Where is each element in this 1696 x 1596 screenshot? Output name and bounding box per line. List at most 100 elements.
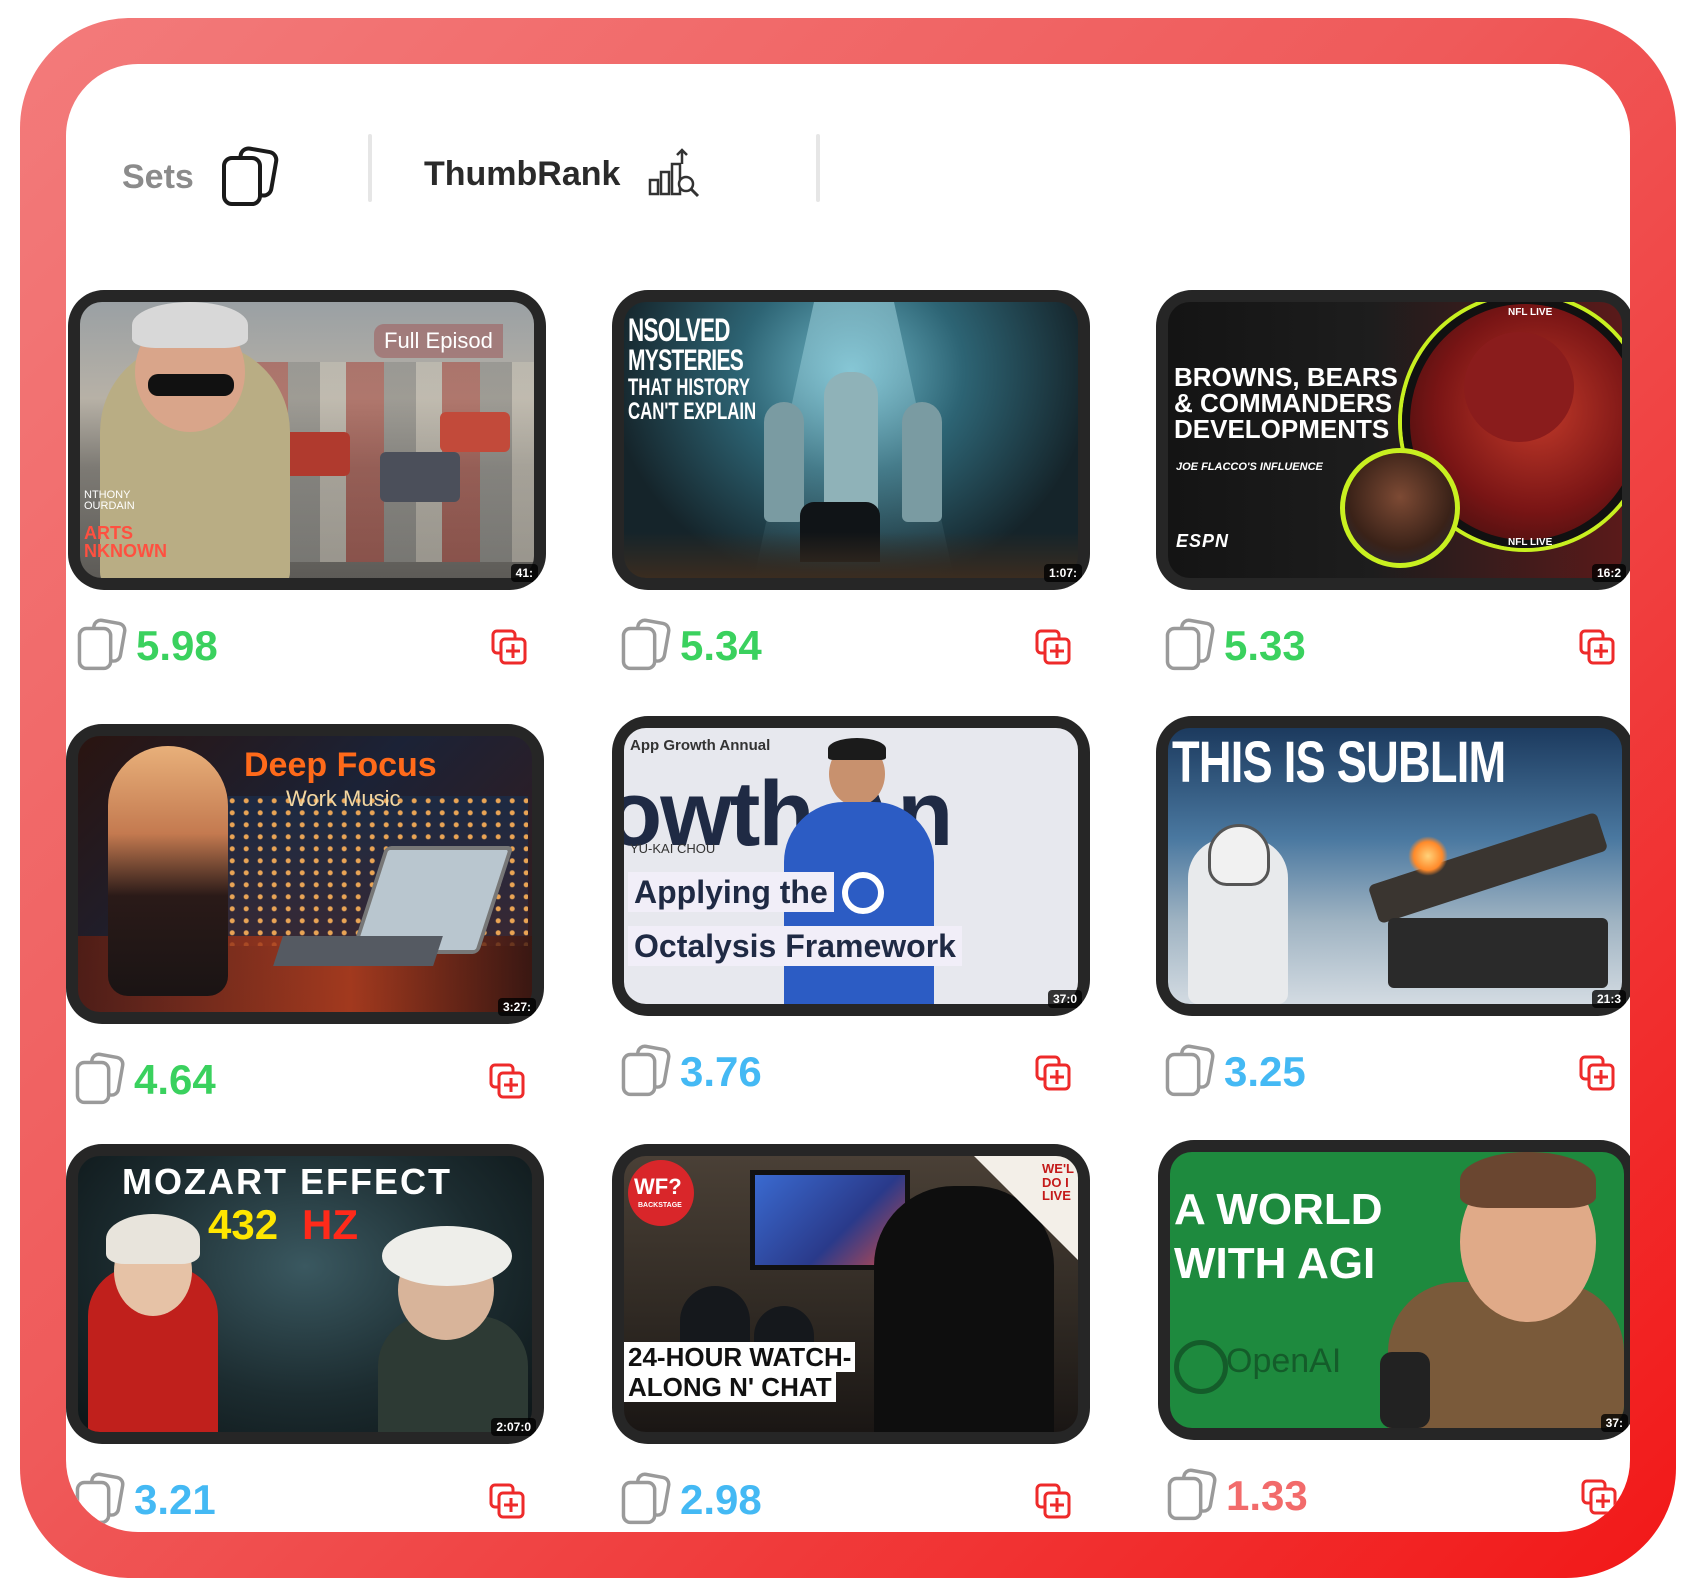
- stack-icon: [221, 146, 279, 206]
- stack-icon: [1165, 618, 1215, 671]
- thumbnail-image: NFL LIVE NFL LIVE BROWNS, BEARS & COMMAN…: [1168, 302, 1622, 578]
- card-meta: 1.33: [1158, 1466, 1630, 1526]
- card-meta: 5.33: [1156, 616, 1630, 676]
- thumbnail[interactable]: MOZART EFFECT 432 HZ 2:07:0: [66, 1144, 544, 1444]
- thumb-score: 3.25: [1224, 1048, 1306, 1095]
- app-panel: Sets ThumbRank Full Episod NTHONY OURDAI…: [66, 64, 1630, 1532]
- channel-badge-sub: BACKSTAGE: [638, 1202, 682, 1209]
- add-to-set-icon[interactable]: [1580, 1478, 1618, 1516]
- tab-thumbrank[interactable]: ThumbRank: [424, 146, 702, 202]
- card-meta: 3.25: [1156, 1042, 1630, 1102]
- card-meta: 3.21: [66, 1470, 544, 1530]
- thumbnail-image: MOZART EFFECT 432 HZ: [78, 1156, 532, 1432]
- thumb-score: 2.98: [680, 1476, 762, 1523]
- thumbnail-image: owth An App Growth Annual YU-KAI CHOU Ap…: [624, 728, 1078, 1004]
- video-card[interactable]: NSOLVED MYSTERIES THAT HISTORY CAN'T EXP…: [612, 290, 1090, 676]
- thumbnail[interactable]: Full Episod NTHONY OURDAIN ARTS NKNOWN 4…: [68, 290, 546, 590]
- show-title: NTHONY OURDAIN: [84, 489, 135, 512]
- video-duration: 21:3: [1591, 990, 1626, 1008]
- openai-logo-icon: [1174, 1340, 1228, 1394]
- thumbnail-image: Full Episod NTHONY OURDAIN ARTS NKNOWN: [80, 302, 534, 578]
- speaker-name: YU-KAI CHOU: [630, 841, 716, 856]
- video-card[interactable]: owth An App Growth Annual YU-KAI CHOU Ap…: [612, 716, 1090, 1102]
- thumbnail-title: THIS IS SUBLIM: [1172, 730, 1506, 795]
- add-to-set-icon[interactable]: [490, 628, 528, 666]
- thumbnail[interactable]: THIS IS SUBLIM 21:3: [1156, 716, 1630, 1016]
- thumbnail-title: Applying the: [628, 872, 834, 912]
- thumbnail[interactable]: WF? BACKSTAGE WE'L DO I LIVE 24-HOUR WAT…: [612, 1144, 1090, 1444]
- thumbnail-image: THIS IS SUBLIM: [1168, 728, 1622, 1004]
- thumbnail[interactable]: owth An App Growth Annual YU-KAI CHOU Ap…: [612, 716, 1090, 1016]
- card-meta: 2.98: [612, 1470, 1090, 1530]
- video-card[interactable]: THIS IS SUBLIM 21:3 3.25: [1156, 716, 1630, 1102]
- add-to-set-icon[interactable]: [1034, 628, 1072, 666]
- thumb-score: 1.33: [1226, 1472, 1308, 1519]
- thumbnail[interactable]: NSOLVED MYSTERIES THAT HISTORY CAN'T EXP…: [612, 290, 1090, 590]
- stack-icon: [1165, 1044, 1215, 1097]
- video-card[interactable]: NFL LIVE NFL LIVE BROWNS, BEARS & COMMAN…: [1156, 290, 1630, 676]
- thumbnail-image: WF? BACKSTAGE WE'L DO I LIVE 24-HOUR WAT…: [624, 1156, 1078, 1432]
- thumbnail-title: ALONG N' CHAT: [624, 1372, 836, 1402]
- thumbnail-title: WITH AGI: [1174, 1239, 1376, 1288]
- thumbnail[interactable]: Deep Focus Work Music 3:27:: [66, 724, 544, 1024]
- card-meta: 5.34: [612, 616, 1090, 676]
- thumbnail-image: NSOLVED MYSTERIES THAT HISTORY CAN'T EXP…: [624, 302, 1078, 578]
- video-card[interactable]: Full Episod NTHONY OURDAIN ARTS NKNOWN 4…: [68, 290, 546, 676]
- thumbnail-title: BROWNS, BEARS: [1174, 362, 1398, 392]
- video-card[interactable]: MOZART EFFECT 432 HZ 2:07:0 3.21: [66, 1144, 544, 1530]
- thumbnail-title: CAN'T EXPLAIN: [628, 398, 757, 425]
- thumbnail-title: Deep Focus: [244, 746, 437, 784]
- tab-thumbrank-label: ThumbRank: [424, 154, 621, 193]
- video-card[interactable]: Deep Focus Work Music 3:27: 4.64: [66, 724, 544, 1110]
- stack-icon: [621, 618, 671, 671]
- thumb-score: 5.34: [680, 622, 762, 669]
- thumbnail[interactable]: A WORLD WITH AGI OpenAI 37:: [1158, 1140, 1630, 1440]
- video-card[interactable]: A WORLD WITH AGI OpenAI 37: 1.33: [1158, 1140, 1630, 1526]
- thumbnail-image: Deep Focus Work Music: [78, 736, 532, 1012]
- thumbnail-title: 432: [208, 1201, 279, 1248]
- thumb-score: 3.21: [134, 1476, 216, 1523]
- stack-icon: [75, 1052, 125, 1105]
- tab-sets[interactable]: Sets: [122, 146, 280, 208]
- thumbnail-title: MOZART EFFECT: [122, 1161, 452, 1202]
- add-to-set-icon[interactable]: [488, 1062, 526, 1100]
- stack-icon: [621, 1472, 671, 1525]
- channel-badge: WF?: [634, 1174, 682, 1199]
- card-meta: 5.98: [68, 616, 546, 676]
- thumbnail-title: NSOLVED: [628, 312, 730, 348]
- video-duration: 1:07:: [1043, 564, 1082, 582]
- badge-full-episode: Full Episod: [374, 324, 503, 358]
- video-duration: 41:: [510, 564, 538, 582]
- video-duration: 37:0: [1047, 990, 1082, 1008]
- thumbnail-title: 24-HOUR WATCH-: [624, 1342, 856, 1372]
- add-to-set-icon[interactable]: [488, 1482, 526, 1520]
- stack-icon: [1167, 1468, 1217, 1521]
- thumbnail-title: MYSTERIES: [628, 344, 744, 377]
- tab-divider: [816, 134, 820, 202]
- stack-icon: [75, 1472, 125, 1525]
- show-title: ARTS NKNOWN: [84, 523, 167, 561]
- chart-magnifier-icon: [649, 148, 700, 198]
- thumbnail[interactable]: NFL LIVE NFL LIVE BROWNS, BEARS & COMMAN…: [1156, 290, 1630, 590]
- thumbnail-subtitle: Work Music: [286, 786, 401, 811]
- thumbnail-title: DEVELOPMENTS: [1174, 414, 1390, 444]
- thumbnail-subtitle: JOE FLACCO'S INFLUENCE: [1176, 461, 1323, 473]
- add-to-set-icon[interactable]: [1578, 628, 1616, 666]
- add-to-set-icon[interactable]: [1578, 1054, 1616, 1092]
- series-label: App Growth Annual: [630, 737, 771, 754]
- video-card[interactable]: WF? BACKSTAGE WE'L DO I LIVE 24-HOUR WAT…: [612, 1144, 1090, 1530]
- thumb-score: 3.76: [680, 1048, 762, 1095]
- add-to-set-icon[interactable]: [1034, 1054, 1072, 1092]
- channel-logo: ESPN: [1176, 531, 1230, 551]
- stack-icon: [77, 618, 127, 671]
- video-duration: 37:: [1600, 1414, 1628, 1432]
- thumbnail-image: A WORLD WITH AGI OpenAI: [1170, 1152, 1624, 1428]
- tab-divider: [368, 134, 372, 202]
- ring-label: NFL LIVE: [1508, 537, 1553, 548]
- thumb-score: 5.33: [1224, 622, 1306, 669]
- thumbnail-title: Octalysis Framework: [628, 926, 962, 966]
- corner-text: WE'L DO I LIVE: [1042, 1161, 1074, 1204]
- tab-sets-label: Sets: [122, 157, 194, 196]
- thumbnail-title: HZ: [302, 1201, 358, 1248]
- add-to-set-icon[interactable]: [1034, 1482, 1072, 1520]
